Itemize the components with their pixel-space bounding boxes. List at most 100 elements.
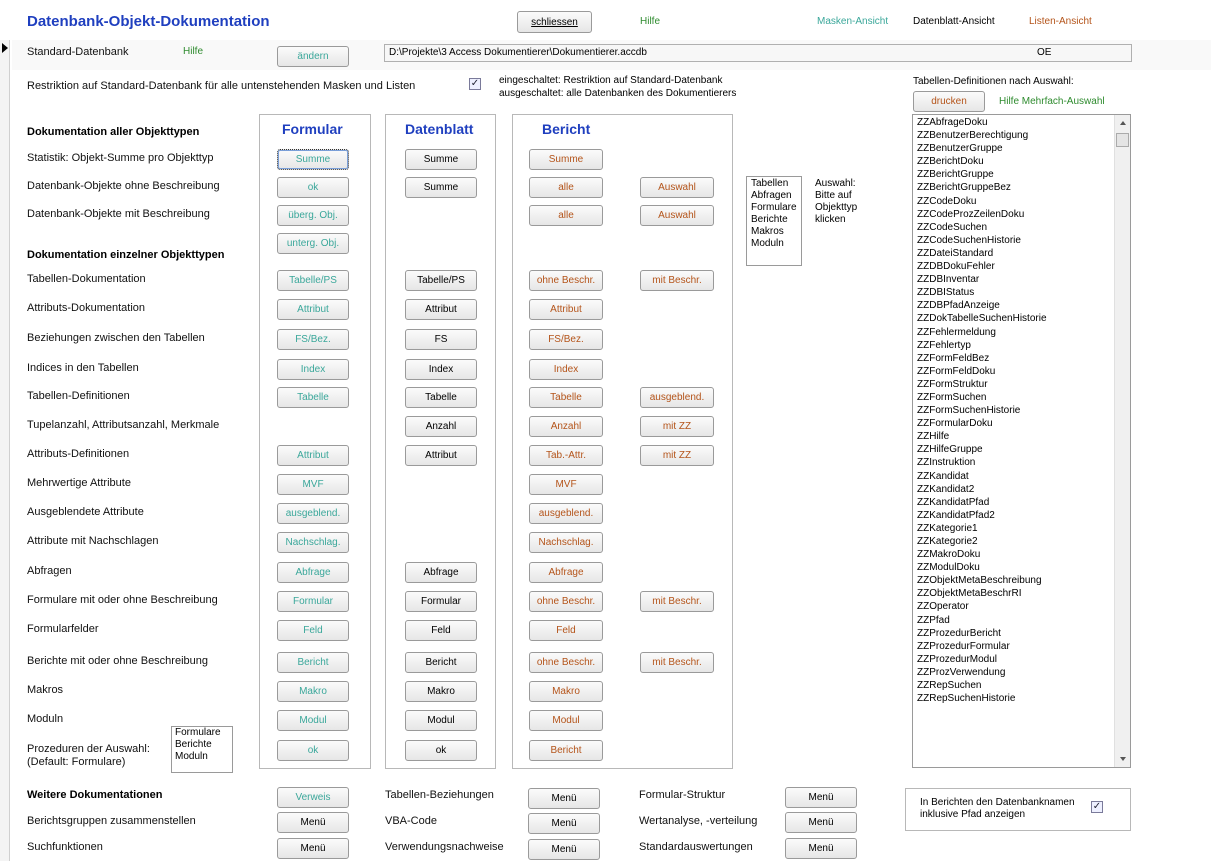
- formular-button[interactable]: Formular: [277, 591, 349, 612]
- reference-button[interactable]: Verweis: [277, 787, 349, 808]
- table-list-item[interactable]: ZZRepSuchenHistorie: [913, 692, 1115, 705]
- value-analysis-menu-button[interactable]: Menü: [785, 812, 857, 833]
- table-list-item[interactable]: ZZBerichtGruppe: [913, 168, 1115, 181]
- formular-button[interactable]: Tabelle: [277, 387, 349, 408]
- datenblatt-button[interactable]: Anzahl: [405, 416, 477, 437]
- datenblatt-button[interactable]: Bericht: [405, 652, 477, 673]
- table-list-item[interactable]: ZZDateiStandard: [913, 247, 1115, 260]
- table-list-item[interactable]: ZZOperator: [913, 600, 1115, 613]
- table-list-item[interactable]: ZZHilfe: [913, 430, 1115, 443]
- help-link[interactable]: Hilfe: [640, 16, 660, 27]
- print-button[interactable]: drucken: [913, 91, 985, 112]
- table-list-item[interactable]: ZZProzedurModul: [913, 653, 1115, 666]
- bericht-button[interactable]: ausgeblend.: [529, 503, 603, 524]
- standard-evaluations-menu-button[interactable]: Menü: [785, 838, 857, 859]
- table-list-item[interactable]: ZZProzedurFormular: [913, 640, 1115, 653]
- table-list-item[interactable]: ZZKategorie2: [913, 535, 1115, 548]
- table-list-item[interactable]: ZZObjektMetaBeschrRI: [913, 587, 1115, 600]
- scroll-thumb[interactable]: [1116, 133, 1129, 147]
- scroll-down-arrow-icon[interactable]: [1120, 757, 1126, 761]
- datenblatt-button[interactable]: ok: [405, 740, 477, 761]
- object-type-item[interactable]: Formulare: [751, 202, 797, 214]
- table-list-item[interactable]: ZZBerichtGruppeBez: [913, 181, 1115, 194]
- bericht-button[interactable]: ohne Beschr.: [529, 652, 603, 673]
- bericht-button[interactable]: Makro: [529, 681, 603, 702]
- table-list-item[interactable]: ZZAbfrageDoku: [913, 116, 1115, 129]
- multi-select-help-link[interactable]: Hilfe Mehrfach-Auswahl: [999, 96, 1105, 107]
- table-list-item[interactable]: ZZFormFeldDoku: [913, 365, 1115, 378]
- extra-bericht-button[interactable]: mit Beschr.: [640, 270, 714, 291]
- extra-bericht-button[interactable]: Auswahl: [640, 205, 714, 226]
- extra-bericht-button[interactable]: ausgeblend.: [640, 387, 714, 408]
- datenblatt-button[interactable]: Attribut: [405, 445, 477, 466]
- table-list-item[interactable]: ZZFormSuchen: [913, 391, 1115, 404]
- restriction-checkbox[interactable]: ✓: [469, 78, 481, 90]
- bericht-button[interactable]: FS/Bez.: [529, 329, 603, 350]
- table-list-item[interactable]: ZZObjektMetaBeschreibung: [913, 574, 1115, 587]
- datenblatt-button[interactable]: Index: [405, 359, 477, 380]
- table-list-item[interactable]: ZZInstruktion: [913, 456, 1115, 469]
- usage-proofs-menu-button[interactable]: Menü: [528, 839, 600, 860]
- bericht-button[interactable]: Abfrage: [529, 562, 603, 583]
- bericht-button[interactable]: alle: [529, 177, 603, 198]
- formular-button[interactable]: Summe: [277, 149, 349, 170]
- bericht-button[interactable]: alle: [529, 205, 603, 226]
- formular-button[interactable]: ausgeblend.: [277, 503, 349, 524]
- table-list-item[interactable]: ZZPfad: [913, 614, 1115, 627]
- table-list-item[interactable]: ZZDBIStatus: [913, 286, 1115, 299]
- table-list-item[interactable]: ZZCodeDoku: [913, 195, 1115, 208]
- table-list-item[interactable]: ZZFormFeldBez: [913, 352, 1115, 365]
- datasheet-view-link[interactable]: Datenblatt-Ansicht: [913, 16, 995, 27]
- datenblatt-button[interactable]: Feld: [405, 620, 477, 641]
- table-list-item[interactable]: ZZBenutzerGruppe: [913, 142, 1115, 155]
- formular-button[interactable]: ok: [277, 740, 349, 761]
- bericht-button[interactable]: Nachschlag.: [529, 532, 603, 553]
- bericht-button[interactable]: Modul: [529, 710, 603, 731]
- datenblatt-button[interactable]: Summe: [405, 149, 477, 170]
- table-list-item[interactable]: ZZCodeSuchen: [913, 221, 1115, 234]
- change-db-button[interactable]: ändern: [277, 46, 349, 67]
- table-list-item[interactable]: ZZDBPfadAnzeige: [913, 299, 1115, 312]
- formular-button[interactable]: ok: [277, 177, 349, 198]
- table-list-item[interactable]: ZZFormularDoku: [913, 417, 1115, 430]
- extra-bericht-button[interactable]: mit Beschr.: [640, 652, 714, 673]
- formular-button[interactable]: Makro: [277, 681, 349, 702]
- table-list-item[interactable]: ZZCodeSuchenHistorie: [913, 234, 1115, 247]
- formular-button[interactable]: FS/Bez.: [277, 329, 349, 350]
- bericht-button[interactable]: Bericht: [529, 740, 603, 761]
- formular-button[interactable]: MVF: [277, 474, 349, 495]
- formular-button[interactable]: Attribut: [277, 445, 349, 466]
- table-list-item[interactable]: ZZKategorie1: [913, 522, 1115, 535]
- table-list-item[interactable]: ZZCodeProzZeilenDoku: [913, 208, 1115, 221]
- table-list-item[interactable]: ZZDBInventar: [913, 273, 1115, 286]
- table-list-item[interactable]: ZZFormStruktur: [913, 378, 1115, 391]
- formular-button[interactable]: Tabelle/PS: [277, 270, 349, 291]
- bericht-button[interactable]: Feld: [529, 620, 603, 641]
- table-list-item[interactable]: ZZMakroDoku: [913, 548, 1115, 561]
- procedure-type-item[interactable]: Berichte: [175, 739, 221, 751]
- form-view-link[interactable]: Masken-Ansicht: [817, 16, 888, 27]
- datenblatt-button[interactable]: Tabelle/PS: [405, 270, 477, 291]
- table-list-item[interactable]: ZZFehlermeldung: [913, 326, 1115, 339]
- vba-code-menu-button[interactable]: Menü: [528, 813, 600, 834]
- table-list-item[interactable]: ZZHilfeGruppe: [913, 443, 1115, 456]
- table-list-item[interactable]: ZZFehlertyp: [913, 339, 1115, 352]
- procedure-type-item[interactable]: Formulare: [175, 727, 221, 739]
- formular-button[interactable]: Feld: [277, 620, 349, 641]
- bericht-button[interactable]: Attribut: [529, 299, 603, 320]
- formular-button[interactable]: Abfrage: [277, 562, 349, 583]
- object-type-item[interactable]: Tabellen: [751, 178, 797, 190]
- standard-db-help-link[interactable]: Hilfe: [183, 46, 203, 57]
- extra-bericht-button[interactable]: Auswahl: [640, 177, 714, 198]
- datenblatt-button[interactable]: Summe: [405, 177, 477, 198]
- procedure-type-item[interactable]: Moduln: [175, 751, 221, 763]
- bericht-button[interactable]: Tabelle: [529, 387, 603, 408]
- formular-button[interactable]: Attribut: [277, 299, 349, 320]
- tables-listbox[interactable]: ZZAbfrageDoku ZZBenutzerBerechtigung ZZBen…: [912, 114, 1131, 768]
- close-button[interactable]: schliessen: [517, 11, 592, 33]
- formular-button[interactable]: Index: [277, 359, 349, 380]
- table-list-item[interactable]: ZZBenutzerBerechtigung: [913, 129, 1115, 142]
- form-structure-menu-button[interactable]: Menü: [785, 787, 857, 808]
- scroll-up-arrow-icon[interactable]: [1120, 121, 1126, 125]
- report-groups-menu-button[interactable]: Menü: [277, 812, 349, 833]
